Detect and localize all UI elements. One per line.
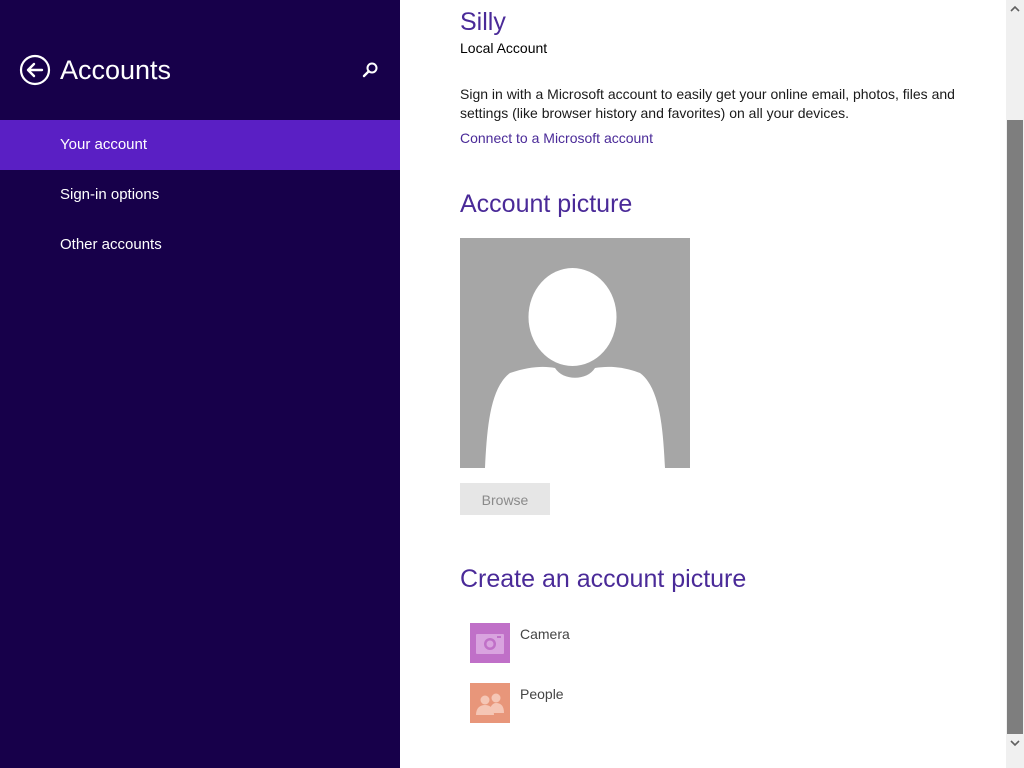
scroll-up-button[interactable] <box>1006 0 1024 18</box>
nav-title: Accounts <box>60 55 172 85</box>
nav-item-other-accounts[interactable]: Other accounts <box>0 220 400 270</box>
camera-label: Camera <box>520 626 570 642</box>
people-app-item[interactable]: People <box>470 683 670 723</box>
account-content-pane: Silly Local Account Sign in with a Micro… <box>400 0 1006 768</box>
scrollbar-thumb[interactable] <box>1007 120 1023 734</box>
nav-item-sign-in-options[interactable]: Sign-in options <box>0 170 400 220</box>
default-user-silhouette-icon <box>485 267 665 468</box>
connect-microsoft-account-link[interactable]: Connect to a Microsoft account <box>460 130 653 146</box>
chevron-up-icon <box>1010 5 1020 12</box>
search-icon <box>362 62 378 78</box>
settings-nav-pane: Accounts Your account Sign-in options Ot… <box>0 0 400 768</box>
account-picture-heading: Account picture <box>460 190 633 218</box>
nav-item-your-account[interactable]: Your account <box>0 120 400 170</box>
account-type: Local Account <box>460 40 548 56</box>
camera-icon <box>476 634 504 654</box>
scroll-down-button[interactable] <box>1006 734 1024 752</box>
back-button[interactable] <box>19 54 51 86</box>
nav-list: Your account Sign-in options Other accou… <box>0 120 400 270</box>
people-tile <box>470 683 510 723</box>
create-account-picture-heading: Create an account picture <box>460 565 747 593</box>
camera-app-item[interactable]: Camera <box>470 623 670 663</box>
search-button[interactable] <box>360 60 380 80</box>
people-icon <box>476 693 504 715</box>
account-picture <box>460 238 690 468</box>
nav-header: Accounts <box>0 0 400 120</box>
vertical-scrollbar[interactable] <box>1006 0 1024 768</box>
camera-tile <box>470 623 510 663</box>
chevron-down-icon <box>1010 740 1020 747</box>
browse-button[interactable]: Browse <box>460 483 550 515</box>
people-label: People <box>520 686 564 702</box>
back-arrow-icon <box>19 54 51 86</box>
account-username: Silly <box>460 8 506 36</box>
account-description: Sign in with a Microsoft account to easi… <box>460 86 955 121</box>
